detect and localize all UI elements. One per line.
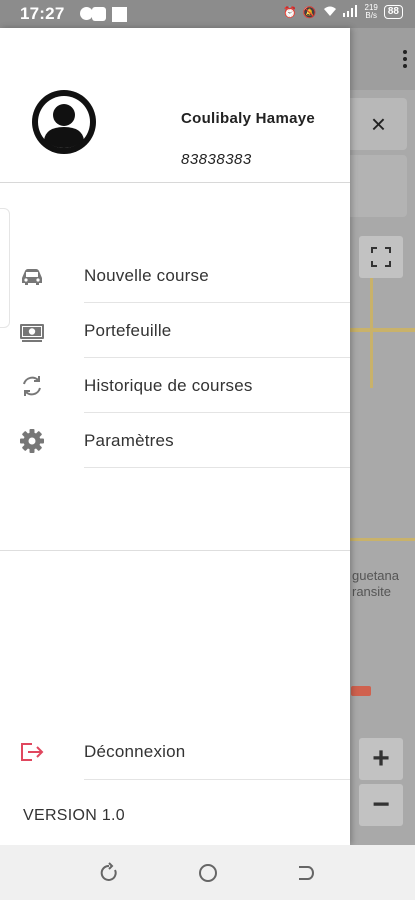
map-place-label: guetana ransite [352,568,399,600]
menu-item-label: Portefeuille [84,321,172,340]
fullscreen-icon [371,247,391,267]
car-icon [22,269,42,285]
menu-item-label: Paramètres [84,431,174,450]
map-close-card[interactable]: × [350,98,407,150]
user-phone: 83838383 [181,151,252,168]
menu-item-label: Nouvelle course [84,266,209,285]
map-place-label-line1: guetana [352,568,399,583]
back-icon[interactable] [294,862,316,884]
status-bar: 17:27 ⏰ 🔕 219 B/s 88 [0,0,415,28]
logout-label: Déconnexion [84,742,186,761]
zoom-in-button[interactable]: + [359,738,403,780]
menu-item-historique[interactable]: Historique de courses [0,358,350,413]
map-toolbar [350,28,415,90]
status-time: 17:27 [20,4,65,23]
more-options-icon[interactable] [403,50,407,71]
map-view[interactable]: × guetana ransite + − [350,28,415,845]
map-road [350,328,415,332]
drawer-header: Coulibaly Hamaye 83838383 [0,28,350,183]
close-icon[interactable]: × [371,109,386,140]
map-search-field[interactable] [350,155,407,217]
divider [84,779,350,780]
map-place-label-line2: ransite [352,584,392,599]
logout-button[interactable]: Déconnexion [0,725,350,780]
user-name: Coulibaly Hamaye [181,110,316,127]
wallet-icon [20,324,44,342]
app-version: VERSION 1.0 [23,807,126,824]
drawer-menu: Nouvelle course Portefeuille Historique … [0,248,350,468]
fullscreen-button[interactable] [359,236,403,278]
net-speed: 219 B/s [365,4,378,20]
avatar-icon[interactable] [32,90,96,154]
wifi-icon [323,5,337,20]
gear-icon [20,429,44,453]
menu-item-label: Historique de courses [84,376,253,395]
menu-item-portefeuille[interactable]: Portefeuille [0,303,350,358]
status-indicators: ⏰ 🔕 219 B/s 88 [283,4,403,20]
system-navigation-bar [0,845,415,900]
net-speed-unit: B/s [365,11,377,20]
menu-item-nouvelle-course[interactable]: Nouvelle course [0,248,350,303]
menu-item-parametres[interactable]: Paramètres [0,413,350,468]
battery-icon: 88 [383,5,403,19]
recents-icon[interactable] [98,862,120,884]
map-road [370,268,373,388]
map-road-marker [351,686,371,696]
navigation-drawer: Coulibaly Hamaye 83838383 Nouvelle cours… [0,28,350,845]
logout-icon [21,743,44,761]
home-icon[interactable] [197,862,219,884]
signal-icon [342,4,359,20]
zoom-out-button[interactable]: − [359,784,403,826]
divider [84,467,350,468]
map-road [350,538,415,541]
history-icon [23,376,41,396]
notification-square-icon [112,7,127,22]
section-divider [0,550,350,551]
alarm-icon: ⏰ [283,6,297,19]
app-notification-icon [92,7,106,21]
mute-icon: 🔕 [302,6,317,19]
